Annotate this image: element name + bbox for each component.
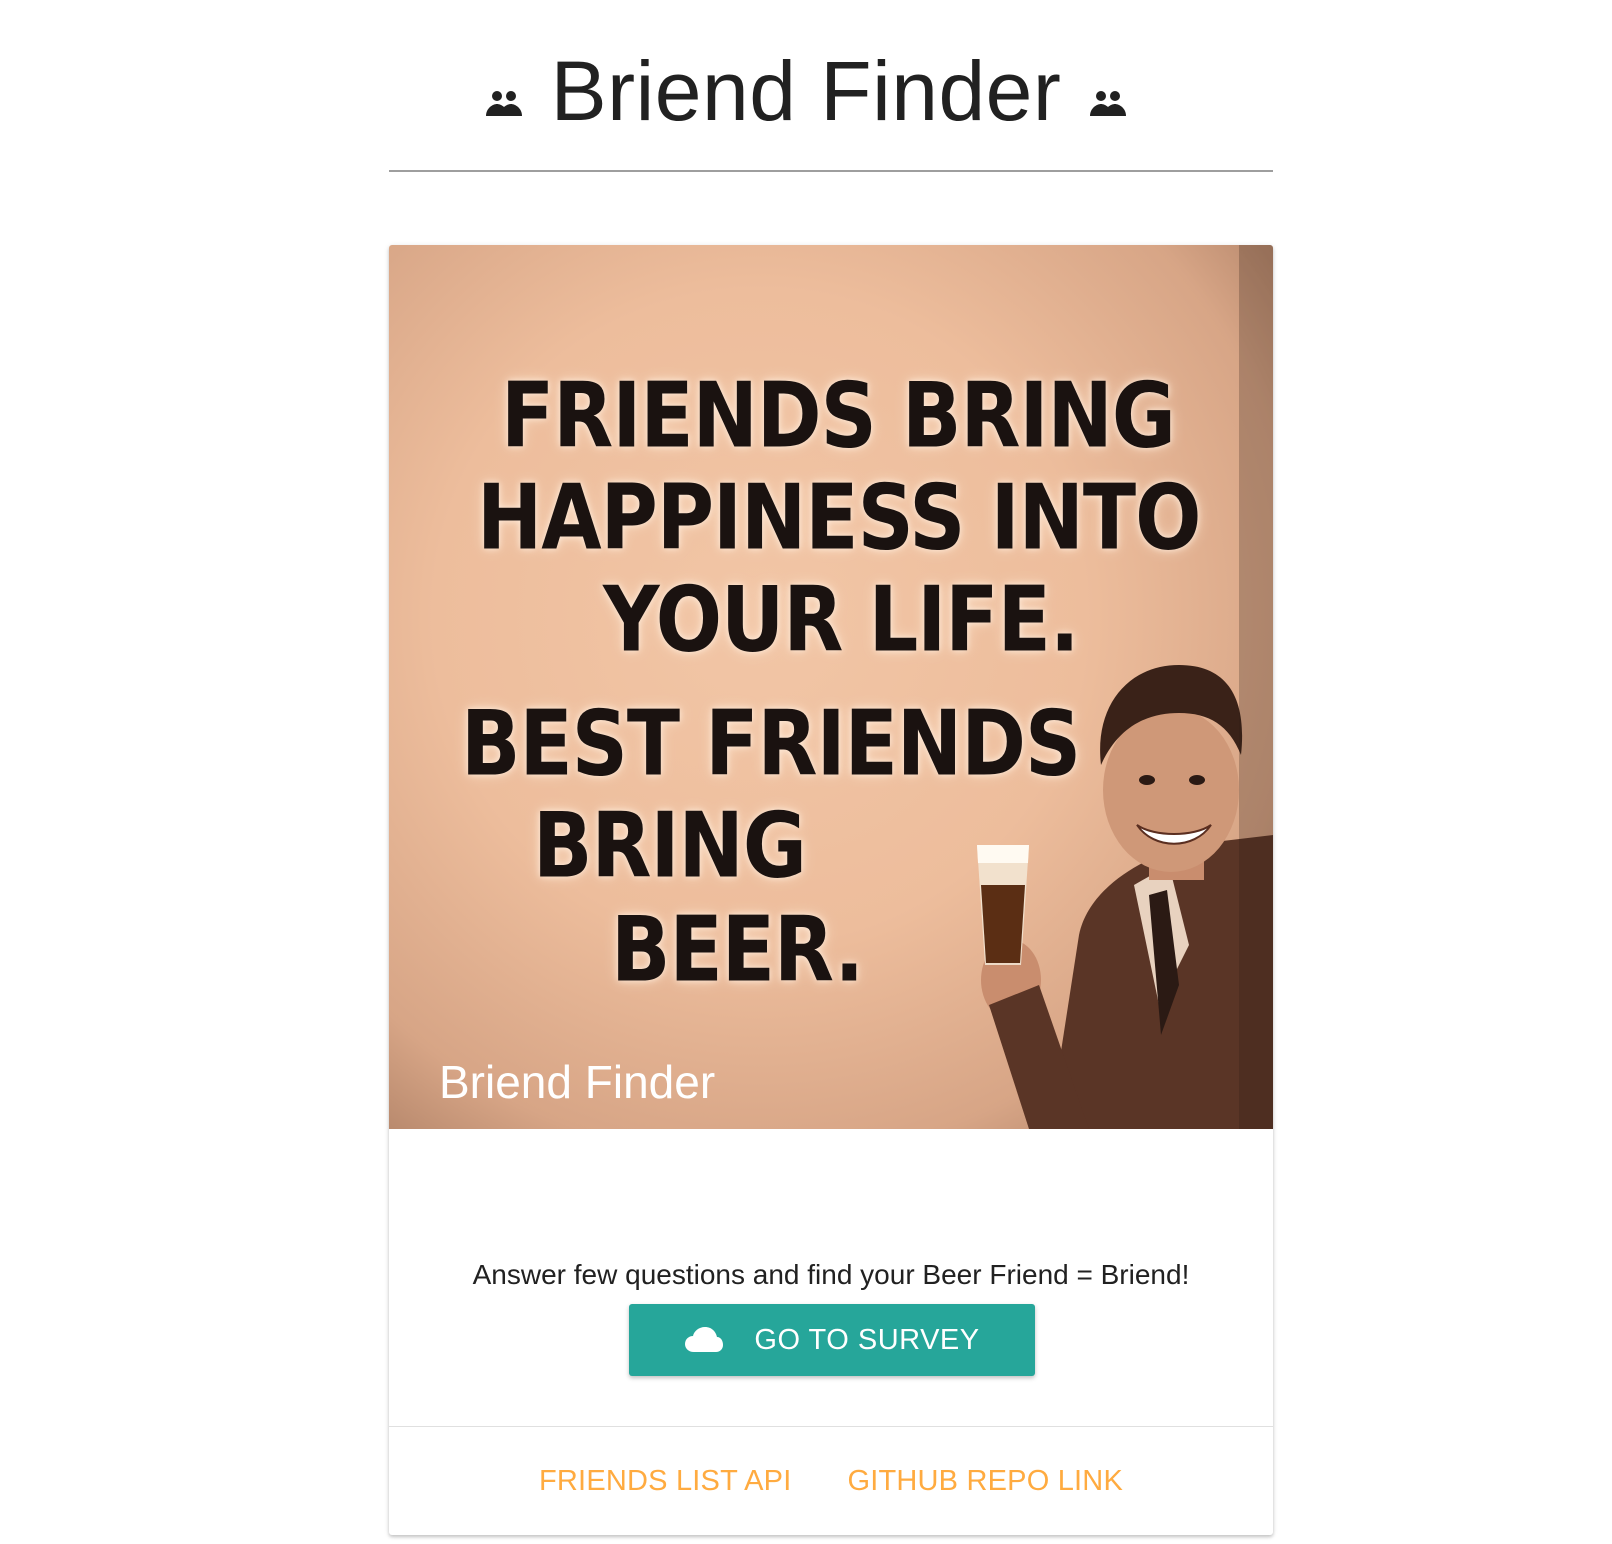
page-header: Briend Finder — [0, 36, 1612, 146]
go-to-survey-label: GO TO SURVEY — [754, 1323, 980, 1356]
quote-line: BRING — [533, 795, 807, 899]
cloud-icon — [684, 1326, 724, 1354]
briend-card: FRIENDS BRING HAPPINESS INTO YOUR LIFE. … — [389, 245, 1273, 1535]
card-content: Answer few questions and find your Beer … — [389, 1129, 1273, 1419]
page: Briend Finder FRIENDS BRING HAPPINESS IN… — [0, 0, 1612, 1544]
github-repo-link[interactable]: GITHUB REPO LINK — [847, 1465, 1123, 1498]
page-title: Briend Finder — [550, 43, 1062, 138]
quote-line: HAPPINESS INTO — [477, 467, 1201, 571]
card-description: Answer few questions and find your Beer … — [472, 1259, 1190, 1290]
card-image: FRIENDS BRING HAPPINESS INTO YOUR LIFE. … — [389, 245, 1273, 1129]
card-image-title: Briend Finder — [439, 1056, 716, 1108]
people-icon — [483, 88, 525, 120]
go-to-survey-button[interactable]: GO TO SURVEY — [629, 1304, 1035, 1376]
people-icon — [1087, 88, 1129, 120]
friends-list-api-link[interactable]: FRIENDS LIST API — [539, 1465, 791, 1498]
card-actions: FRIENDS LIST API GITHUB REPO LINK — [389, 1426, 1273, 1535]
header-divider — [389, 170, 1273, 172]
quote-line: BEST FRIENDS — [461, 693, 1081, 797]
quote-line: FRIENDS BRING — [501, 365, 1176, 469]
quote-line: YOUR LIFE. — [603, 569, 1079, 673]
quote-line: BEER. — [611, 899, 864, 1003]
